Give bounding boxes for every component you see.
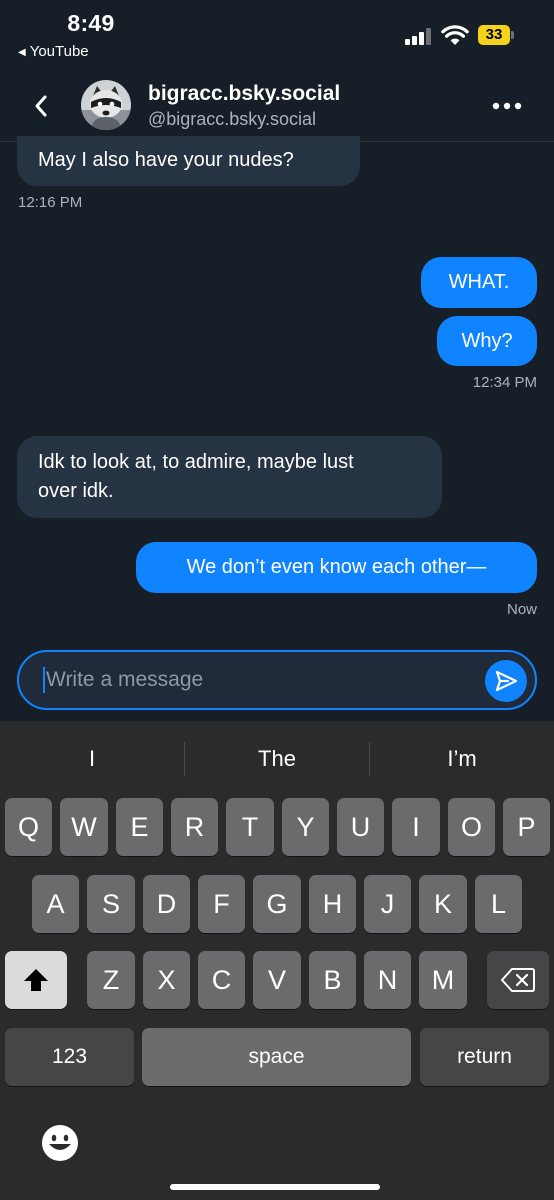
key-b[interactable]: B: [309, 951, 356, 1009]
key-q[interactable]: Q: [5, 798, 52, 856]
space-key[interactable]: space: [142, 1028, 411, 1086]
back-app-label: YouTube: [29, 43, 89, 60]
emoji-icon[interactable]: [40, 1123, 80, 1163]
back-triangle-icon: ◀: [18, 47, 26, 58]
key-u[interactable]: U: [337, 798, 384, 856]
key-a[interactable]: A: [32, 875, 79, 933]
back-button[interactable]: [26, 90, 56, 122]
send-button[interactable]: [485, 660, 527, 702]
battery-icon: 33: [478, 25, 514, 45]
message-bubble-outgoing[interactable]: WHAT.: [421, 257, 537, 308]
key-o[interactable]: O: [448, 798, 495, 856]
message-timestamp: 12:16 PM: [18, 194, 83, 211]
return-key[interactable]: return: [420, 1028, 549, 1086]
message-bubble-outgoing[interactable]: Why?: [437, 316, 537, 366]
message-timestamp: 12:34 PM: [472, 374, 537, 391]
wifi-icon: [441, 25, 469, 45]
backspace-icon: [501, 968, 535, 992]
key-d[interactable]: D: [143, 875, 190, 933]
status-bar: 8:49 ◀ YouTube 33: [0, 0, 554, 70]
back-to-app-link[interactable]: ◀ YouTube: [18, 43, 89, 60]
key-h[interactable]: H: [309, 875, 356, 933]
predictive-suggestions: I The I’m: [0, 721, 554, 797]
key-t[interactable]: T: [226, 798, 274, 856]
ellipsis-icon[interactable]: [490, 96, 524, 116]
text-caret: [43, 667, 45, 693]
message-line: over idk.: [38, 480, 114, 502]
message-composer: [17, 650, 537, 710]
battery-level: 33: [478, 25, 510, 45]
key-m[interactable]: M: [419, 951, 467, 1009]
chevron-left-icon: [35, 95, 47, 117]
key-i[interactable]: I: [392, 798, 440, 856]
shift-icon: [24, 969, 48, 991]
suggestion-1[interactable]: I: [0, 741, 184, 777]
key-e[interactable]: E: [116, 798, 163, 856]
key-r[interactable]: R: [171, 798, 218, 856]
home-indicator[interactable]: [170, 1184, 380, 1190]
key-g[interactable]: G: [253, 875, 301, 933]
key-p[interactable]: P: [503, 798, 550, 856]
key-w[interactable]: W: [60, 798, 108, 856]
key-f[interactable]: F: [198, 875, 245, 933]
message-timestamp: Now: [506, 601, 537, 618]
key-l[interactable]: L: [475, 875, 522, 933]
key-y[interactable]: Y: [282, 798, 329, 856]
key-z[interactable]: Z: [87, 951, 135, 1009]
key-j[interactable]: J: [364, 875, 411, 933]
key-k[interactable]: K: [419, 875, 467, 933]
delete-key[interactable]: [487, 951, 549, 1009]
message-bubble-outgoing[interactable]: We don’t even know each other—: [136, 542, 537, 593]
key-c[interactable]: C: [198, 951, 245, 1009]
key-s[interactable]: S: [87, 875, 135, 933]
suggestion-2[interactable]: The: [185, 741, 369, 777]
suggestion-3[interactable]: I’m: [370, 741, 554, 777]
key-v[interactable]: V: [253, 951, 301, 1009]
contact-display-name: bigracc.bsky.social: [148, 82, 341, 105]
status-time: 8:49: [67, 10, 115, 36]
conversation-header: bigracc.bsky.social @bigracc.bsky.social: [0, 70, 554, 142]
avatar[interactable]: [81, 80, 131, 130]
message-line: Idk to look at, to admire, maybe lust: [38, 451, 354, 473]
shift-key[interactable]: [5, 951, 67, 1009]
send-icon: [495, 670, 518, 692]
numbers-key[interactable]: 123: [5, 1028, 134, 1086]
message-bubble-incoming[interactable]: May I also have your nudes?: [17, 136, 360, 186]
message-input[interactable]: [46, 662, 476, 698]
contact-handle: @bigracc.bsky.social: [148, 109, 316, 129]
key-n[interactable]: N: [364, 951, 411, 1009]
raccoon-avatar-icon: [81, 80, 131, 130]
message-bubble-incoming[interactable]: Idk to look at, to admire, maybe lust ov…: [17, 436, 442, 518]
key-x[interactable]: X: [143, 951, 190, 1009]
cellular-signal-icon: [405, 27, 433, 45]
